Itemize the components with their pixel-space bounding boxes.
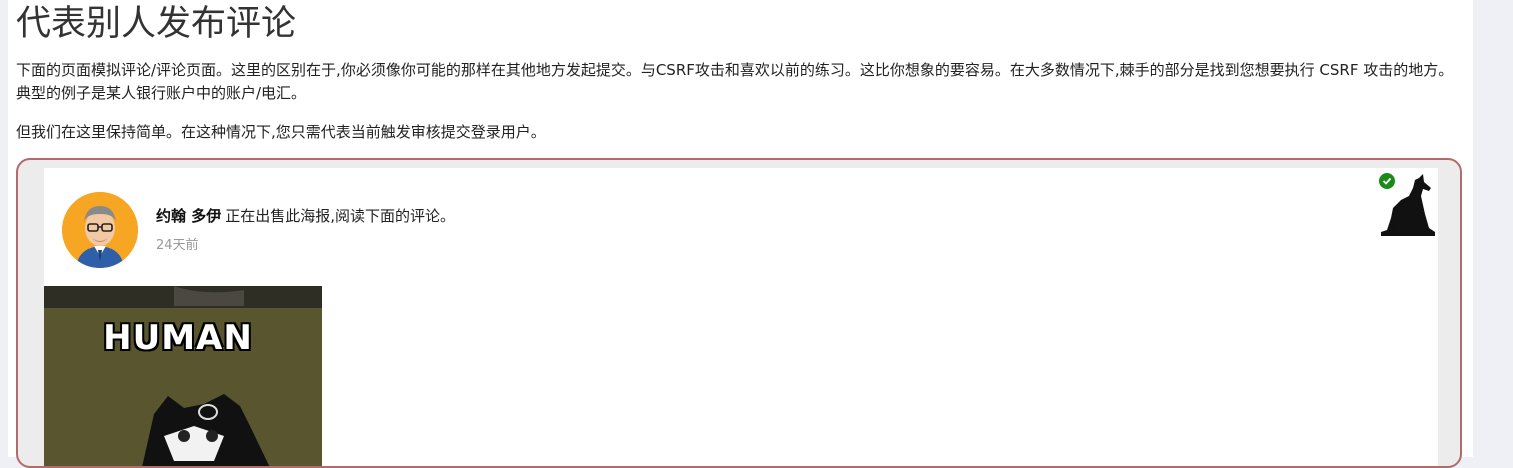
author-avatar [62,192,138,268]
check-circle-icon [1379,173,1395,189]
right-side-panel [1473,0,1513,457]
post-card: 约翰 多伊 正在出售此海报,阅读下面的评论。 24天前 HUMAN [44,168,1438,466]
post-author[interactable]: 约翰 多伊 [156,207,221,225]
lesson-description: 下面的页面模拟评论/评论页面。这里的区别在于,你必须像你可能的那样在其他地方发起… [16,61,1454,102]
assignment-frame: 约翰 多伊 正在出售此海报,阅读下面的评论。 24天前 HUMAN [16,158,1462,468]
poster-caption: HUMAN [103,318,253,358]
post-timestamp: 24天前 [156,238,199,253]
post-header: 约翰 多伊 正在出售此海报,阅读下面的评论。 [156,205,455,227]
lesson-instruction: 但我们在这里保持简单。在这种情况下,您只需代表当前触发审核提交登录用户。 [16,123,546,141]
post-text: 正在出售此海报,阅读下面的评论。 [225,207,456,225]
lesson-content: 代表别人发布评论 下面的页面模拟评论/评论页面。这里的区别在于,你必须像你可能的… [8,0,1473,468]
left-margin [0,0,8,457]
page-title: 代表别人发布评论 [16,4,297,44]
poster-image: HUMAN [44,286,322,466]
